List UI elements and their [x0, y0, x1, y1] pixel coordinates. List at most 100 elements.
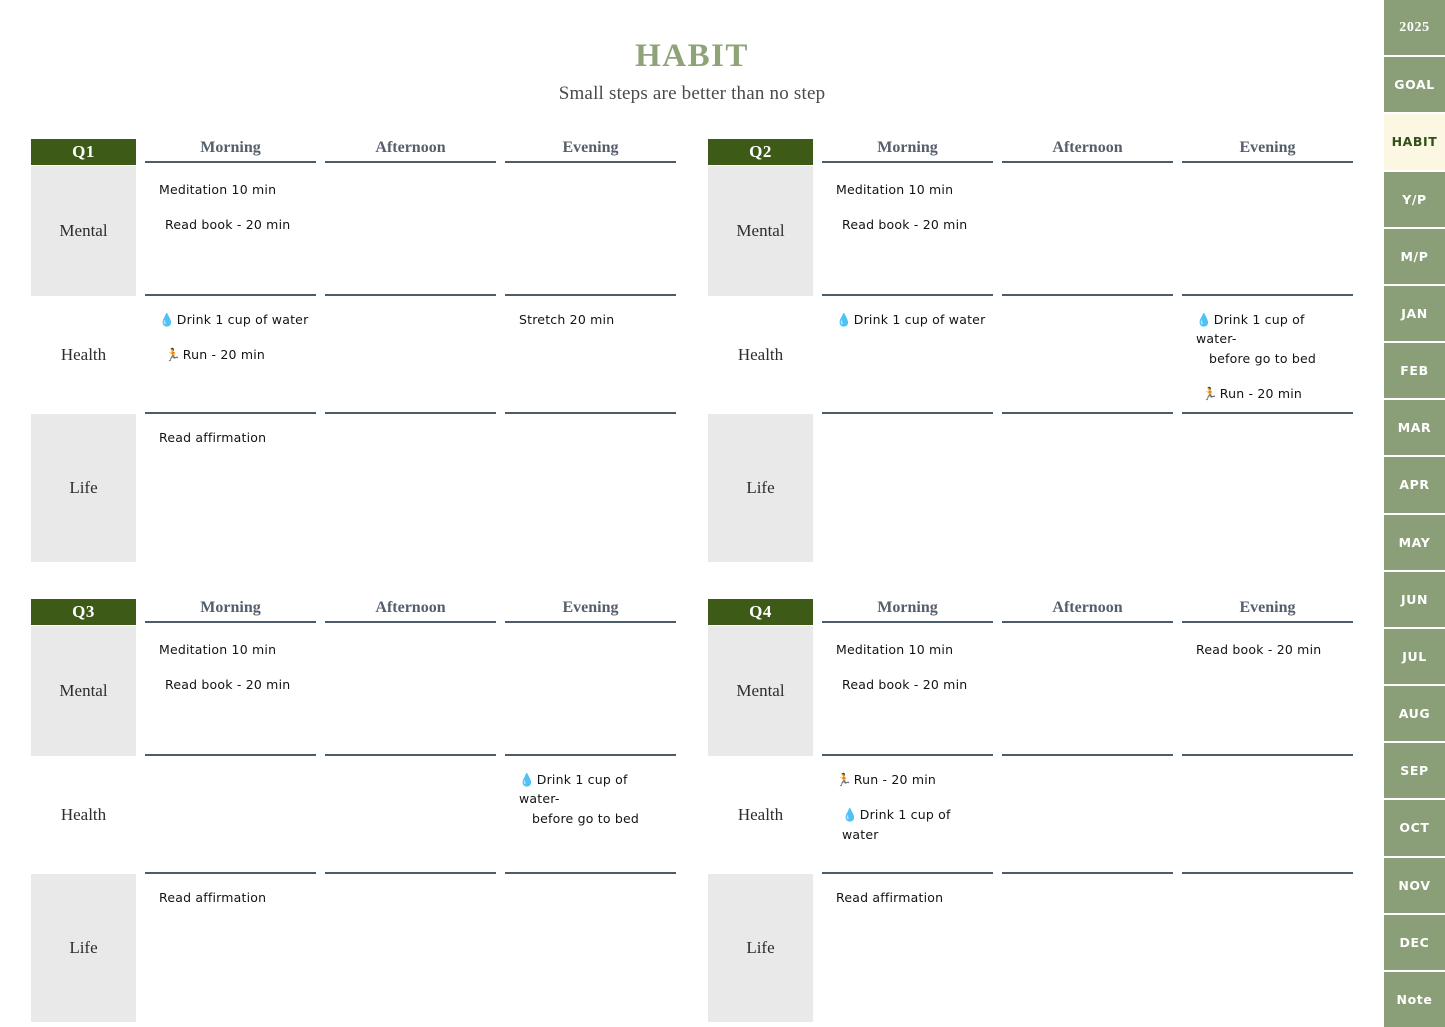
habit-entry[interactable]: 🏃 Run - 20 min	[159, 345, 312, 364]
habit-entry[interactable]: Meditation 10 min	[159, 640, 312, 659]
quadrant-body: Mental Meditation 10 min Read book - 20 mi…	[708, 626, 1353, 1022]
habit-entry[interactable]: Read book - 20 min	[1196, 640, 1349, 659]
habit-entry[interactable]: 💧 Drink 1 cup of water	[836, 805, 989, 844]
habit-cell-health-afternoon[interactable]	[1002, 756, 1173, 874]
sidebar-tab-jul[interactable]: JUL	[1384, 628, 1445, 687]
habit-cell-health-afternoon[interactable]	[325, 296, 496, 414]
sidebar-tab-oct[interactable]: OCT	[1384, 800, 1445, 858]
habit-entry[interactable]: Read book - 20 min	[159, 675, 312, 694]
habit-entry[interactable]: Stretch 20 min	[519, 310, 672, 329]
habit-entry[interactable]: 🏃 Run - 20 min	[836, 770, 989, 789]
category-label-health: Health	[737, 345, 784, 364]
sidebar-tab-habit[interactable]: HABIT	[1384, 114, 1445, 172]
sidebar-tab-note[interactable]: Note	[1384, 971, 1445, 1027]
habit-cell-life-afternoon[interactable]	[325, 874, 496, 1022]
habit-cell-mental-afternoon[interactable]	[325, 626, 496, 756]
habit-cell-health-evening[interactable]: 💧 Drink 1 cup of water-before go to bed 🏃 R…	[1182, 296, 1353, 414]
habit-cell-mental-afternoon[interactable]	[325, 166, 496, 296]
column-header-afternoon: Afternoon	[325, 139, 496, 163]
habit-cell-mental-evening[interactable]	[505, 626, 676, 756]
quadrant-q3: Q3 Morning Afternoon Evening Mental Meditatio…	[31, 599, 676, 1022]
habit-cell-health-morning[interactable]	[145, 756, 316, 874]
habit-cell-health-evening[interactable]	[1182, 756, 1353, 874]
sidebar-tab-mar[interactable]: MAR	[1384, 400, 1445, 458]
sidebar-tab-2025[interactable]: 2025	[1384, 0, 1445, 58]
category-label-life: Life	[708, 414, 813, 562]
column-header-evening: Evening	[505, 599, 676, 623]
habit-entry[interactable]: Meditation 10 min	[836, 180, 989, 199]
slot-group: Read affirmation	[145, 414, 676, 562]
habit-cell-mental-evening[interactable]: Read book - 20 min	[1182, 626, 1353, 756]
column-header-group: Morning Afternoon Evening	[145, 599, 676, 623]
habit-cell-life-afternoon[interactable]	[325, 414, 496, 562]
habit-cell-mental-morning[interactable]: Meditation 10 min Read book - 20 min	[822, 626, 993, 756]
habit-entry[interactable]: 💧 Drink 1 cup of water	[159, 310, 312, 329]
sidebar-tab-dec[interactable]: DEC	[1384, 914, 1445, 972]
sidebar-tab-may[interactable]: MAY	[1384, 514, 1445, 572]
habit-cell-mental-morning[interactable]: Meditation 10 min Read book - 20 min	[822, 166, 993, 296]
sidebar-tab-jun[interactable]: JUN	[1384, 571, 1445, 629]
sidebar-tab-m-p[interactable]: M/P	[1384, 228, 1445, 286]
quarter-label-q2: Q2	[708, 139, 813, 165]
habit-cell-mental-afternoon[interactable]	[1002, 626, 1173, 756]
sidebar-tab-feb[interactable]: FEB	[1384, 343, 1445, 401]
category-label-life: Life	[31, 414, 136, 562]
sidebar-tab-goal[interactable]: GOAL	[1384, 57, 1445, 115]
habit-cell-life-morning[interactable]: Read affirmation	[145, 414, 316, 562]
category-label-health: Health	[737, 805, 784, 824]
column-header-morning: Morning	[822, 599, 993, 623]
habit-cell-life-evening[interactable]	[1182, 874, 1353, 1022]
column-header-morning: Morning	[145, 599, 316, 623]
habit-cell-mental-morning[interactable]: Meditation 10 min Read book - 20 min	[145, 166, 316, 296]
habit-cell-life-evening[interactable]	[505, 414, 676, 562]
habit-entry[interactable]: 💧 Drink 1 cup of water	[836, 310, 989, 329]
quadrant-header: Q1 Morning Afternoon Evening	[31, 139, 676, 166]
habit-row-health: Health 💧 Drink 1 cup of water-before go to…	[31, 756, 676, 874]
sidebar-tab-aug[interactable]: AUG	[1384, 686, 1445, 744]
page-subtitle: Small steps are better than no step	[558, 83, 826, 105]
habit-cell-health-afternoon[interactable]	[325, 756, 496, 874]
quadrant-body: Mental Meditation 10 min Read book - 20 mi…	[31, 166, 676, 562]
habit-cell-mental-evening[interactable]	[1182, 166, 1353, 296]
habit-entry[interactable]: Read affirmation	[159, 888, 312, 907]
habit-entry[interactable]: Read affirmation	[836, 888, 989, 907]
habit-cell-health-morning[interactable]: 🏃 Run - 20 min 💧 Drink 1 cup of water	[822, 756, 993, 874]
habit-entry[interactable]: 💧 Drink 1 cup of water-before go to bed	[1196, 310, 1349, 368]
column-header-evening: Evening	[1182, 599, 1353, 623]
sidebar-tab-sep[interactable]: SEP	[1384, 743, 1445, 801]
habit-entry[interactable]: Read affirmation	[159, 428, 312, 447]
quadrant-header: Q3 Morning Afternoon Evening	[31, 599, 676, 626]
habit-cell-life-evening[interactable]	[1182, 414, 1353, 562]
habit-cell-health-morning[interactable]: 💧 Drink 1 cup of water 🏃 Run - 20 min	[145, 296, 316, 414]
sidebar-tab-apr[interactable]: APR	[1384, 457, 1445, 515]
habit-cell-mental-evening[interactable]	[505, 166, 676, 296]
habit-entry[interactable]: Read book - 20 min	[159, 215, 312, 234]
habit-cell-life-morning[interactable]: Read affirmation	[822, 874, 993, 1022]
sidebar-tab-y-p[interactable]: Y/P	[1384, 171, 1445, 229]
habit-cell-mental-morning[interactable]: Meditation 10 min Read book - 20 min	[145, 626, 316, 756]
slot-group: 💧 Drink 1 cup of water-before go to bed	[145, 756, 676, 874]
habit-cell-health-morning[interactable]: 💧 Drink 1 cup of water	[822, 296, 993, 414]
habit-cell-life-afternoon[interactable]	[1002, 414, 1173, 562]
habit-cell-health-evening[interactable]: Stretch 20 min	[505, 296, 676, 414]
habit-row-life: Life Read affirmation	[708, 874, 1353, 1022]
habit-entry[interactable]: Meditation 10 min	[836, 640, 989, 659]
habit-entry[interactable]: 💧 Drink 1 cup of water-before go to bed	[519, 770, 672, 828]
sidebar-tab-jan[interactable]: JAN	[1384, 285, 1445, 344]
column-header-afternoon: Afternoon	[325, 599, 496, 623]
habit-entry[interactable]: 🏃 Run - 20 min	[1196, 384, 1349, 403]
habit-cell-life-morning[interactable]	[822, 414, 993, 562]
sidebar-tab-nov[interactable]: NOV	[1384, 857, 1445, 915]
habit-cell-life-morning[interactable]: Read affirmation	[145, 874, 316, 1022]
page-title: HABIT	[635, 38, 749, 74]
habit-cell-mental-afternoon[interactable]	[1002, 166, 1173, 296]
habit-cell-life-afternoon[interactable]	[1002, 874, 1173, 1022]
runner-icon: 🏃	[836, 772, 852, 787]
habit-grid: Q1 Morning Afternoon Evening Mental Meditatio…	[31, 139, 1353, 1022]
habit-entry[interactable]: Meditation 10 min	[159, 180, 312, 199]
habit-entry[interactable]: Read book - 20 min	[836, 215, 989, 234]
habit-cell-health-evening[interactable]: 💧 Drink 1 cup of water-before go to bed	[505, 756, 676, 874]
habit-entry[interactable]: Read book - 20 min	[836, 675, 989, 694]
habit-cell-life-evening[interactable]	[505, 874, 676, 1022]
habit-cell-health-afternoon[interactable]	[1002, 296, 1173, 414]
